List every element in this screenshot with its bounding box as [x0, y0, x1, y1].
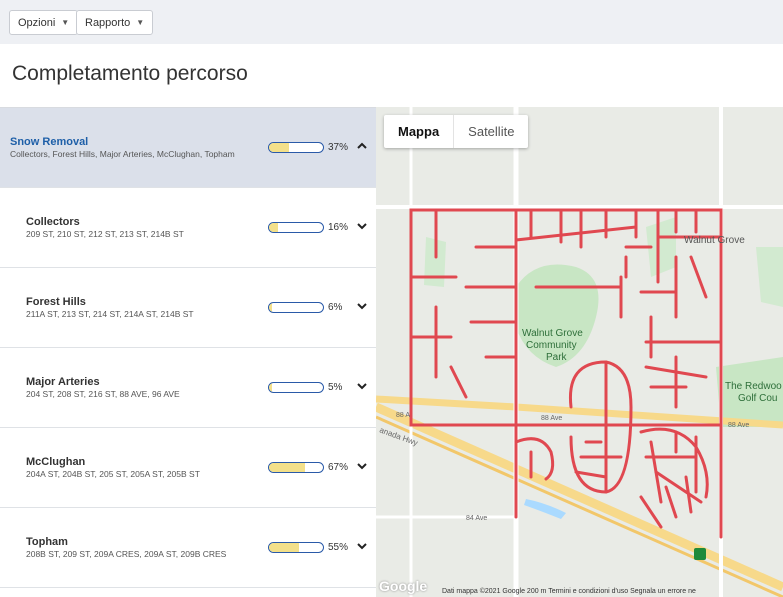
route-map[interactable]: Walnut Grove Walnut Grove Community Park… [376, 107, 783, 597]
progress-fill [269, 383, 272, 392]
chevron-down-icon[interactable] [355, 459, 369, 473]
map-canvas: Walnut Grove Walnut Grove Community Park… [376, 107, 783, 597]
route-row-mcclughan[interactable]: McClughan 204A ST, 204B ST, 205 ST, 205A… [0, 428, 376, 508]
map-type-tabs: Mappa Satellite [384, 115, 529, 148]
progress-bar [268, 222, 324, 233]
options-dropdown[interactable]: Opzioni ▼ [9, 10, 79, 35]
page-title: Completamento percorso [12, 62, 248, 85]
route-row-forest-hills[interactable]: Forest Hills 211A ST, 213 ST, 214 ST, 21… [0, 268, 376, 348]
route-streets: 204 ST, 208 ST, 216 ST, 88 AVE, 96 AVE [26, 389, 180, 399]
label-park-2: Community [526, 340, 577, 351]
highway-marker-icon [694, 548, 706, 560]
progress-percent: 6% [328, 302, 343, 313]
map-attribution[interactable]: Dati mappa ©2021 Google 200 m Termini e … [442, 588, 696, 595]
label-park-3: Park [546, 352, 568, 363]
route-name: Collectors [26, 216, 80, 228]
label-park-1: Walnut Grove [522, 328, 583, 339]
route-row-collectors[interactable]: Collectors 209 ST, 210 ST, 212 ST, 213 S… [0, 188, 376, 268]
route-streets: Collectors, Forest Hills, Major Arteries… [10, 149, 235, 159]
route-name: McClughan [26, 456, 86, 468]
progress-bar [268, 462, 324, 473]
progress-percent: 5% [328, 382, 343, 393]
route-streets: 208B ST, 209 ST, 209A CRES, 209A ST, 209… [26, 549, 227, 559]
label-walnut-grove: Walnut Grove [684, 235, 745, 246]
chevron-down-icon[interactable] [355, 379, 369, 393]
progress-percent: 55% [328, 542, 349, 553]
progress-bar [268, 302, 324, 313]
label-88-a: 88 A [396, 412, 410, 419]
route-name: Forest Hills [26, 296, 86, 308]
label-88-ave: 88 Ave [541, 415, 562, 422]
route-streets: 204A ST, 204B ST, 205 ST, 205A ST, 205B … [26, 469, 200, 479]
progress-fill [269, 303, 273, 312]
progress-percent: 16% [328, 222, 349, 233]
chevron-down-icon[interactable] [355, 219, 369, 233]
route-list: Snow Removal Collectors, Forest Hills, M… [0, 107, 376, 597]
progress-percent: 37% [328, 142, 349, 153]
golf-course-area [716, 357, 783, 427]
top-toolbar: Opzioni ▼ Rapporto ▼ [0, 0, 783, 44]
label-redwood-2: Golf Cou [738, 393, 777, 404]
caret-down-icon: ▼ [61, 18, 70, 27]
label-redwood-1: The Redwoo [725, 381, 782, 392]
options-label: Opzioni [18, 16, 56, 29]
chevron-down-icon[interactable] [355, 299, 369, 313]
progress-bar [268, 542, 324, 553]
progress-fill [269, 463, 306, 472]
route-name: Topham [26, 536, 68, 548]
progress-fill [269, 143, 289, 152]
tab-map[interactable]: Mappa [384, 115, 455, 148]
report-label: Rapporto [85, 16, 131, 29]
progress-bar [268, 382, 324, 393]
route-row-major-arteries[interactable]: Major Arteries 204 ST, 208 ST, 216 ST, 8… [0, 348, 376, 428]
progress-fill [269, 223, 278, 232]
route-name: Major Arteries [26, 376, 100, 388]
label-84-ave: 84 Ave [466, 515, 487, 522]
google-logo: Google [379, 578, 428, 594]
label-88-ave-east: 88 Ave [728, 422, 749, 429]
report-dropdown[interactable]: Rapporto ▼ [76, 10, 154, 35]
route-name: Snow Removal [10, 136, 89, 148]
progress-bar [268, 142, 324, 153]
progress-percent: 67% [328, 462, 349, 473]
chevron-down-icon[interactable] [355, 539, 369, 553]
route-row-snow-removal[interactable]: Snow Removal Collectors, Forest Hills, M… [0, 108, 376, 188]
tab-satellite[interactable]: Satellite [454, 115, 528, 148]
route-streets: 211A ST, 213 ST, 214 ST, 214A ST, 214B S… [26, 309, 194, 319]
route-streets: 209 ST, 210 ST, 212 ST, 213 ST, 214B ST [26, 229, 184, 239]
chevron-up-icon[interactable] [355, 139, 369, 153]
caret-down-icon: ▼ [136, 18, 145, 27]
progress-fill [269, 543, 299, 552]
route-row-topham[interactable]: Topham 208B ST, 209 ST, 209A CRES, 209A … [0, 508, 376, 588]
